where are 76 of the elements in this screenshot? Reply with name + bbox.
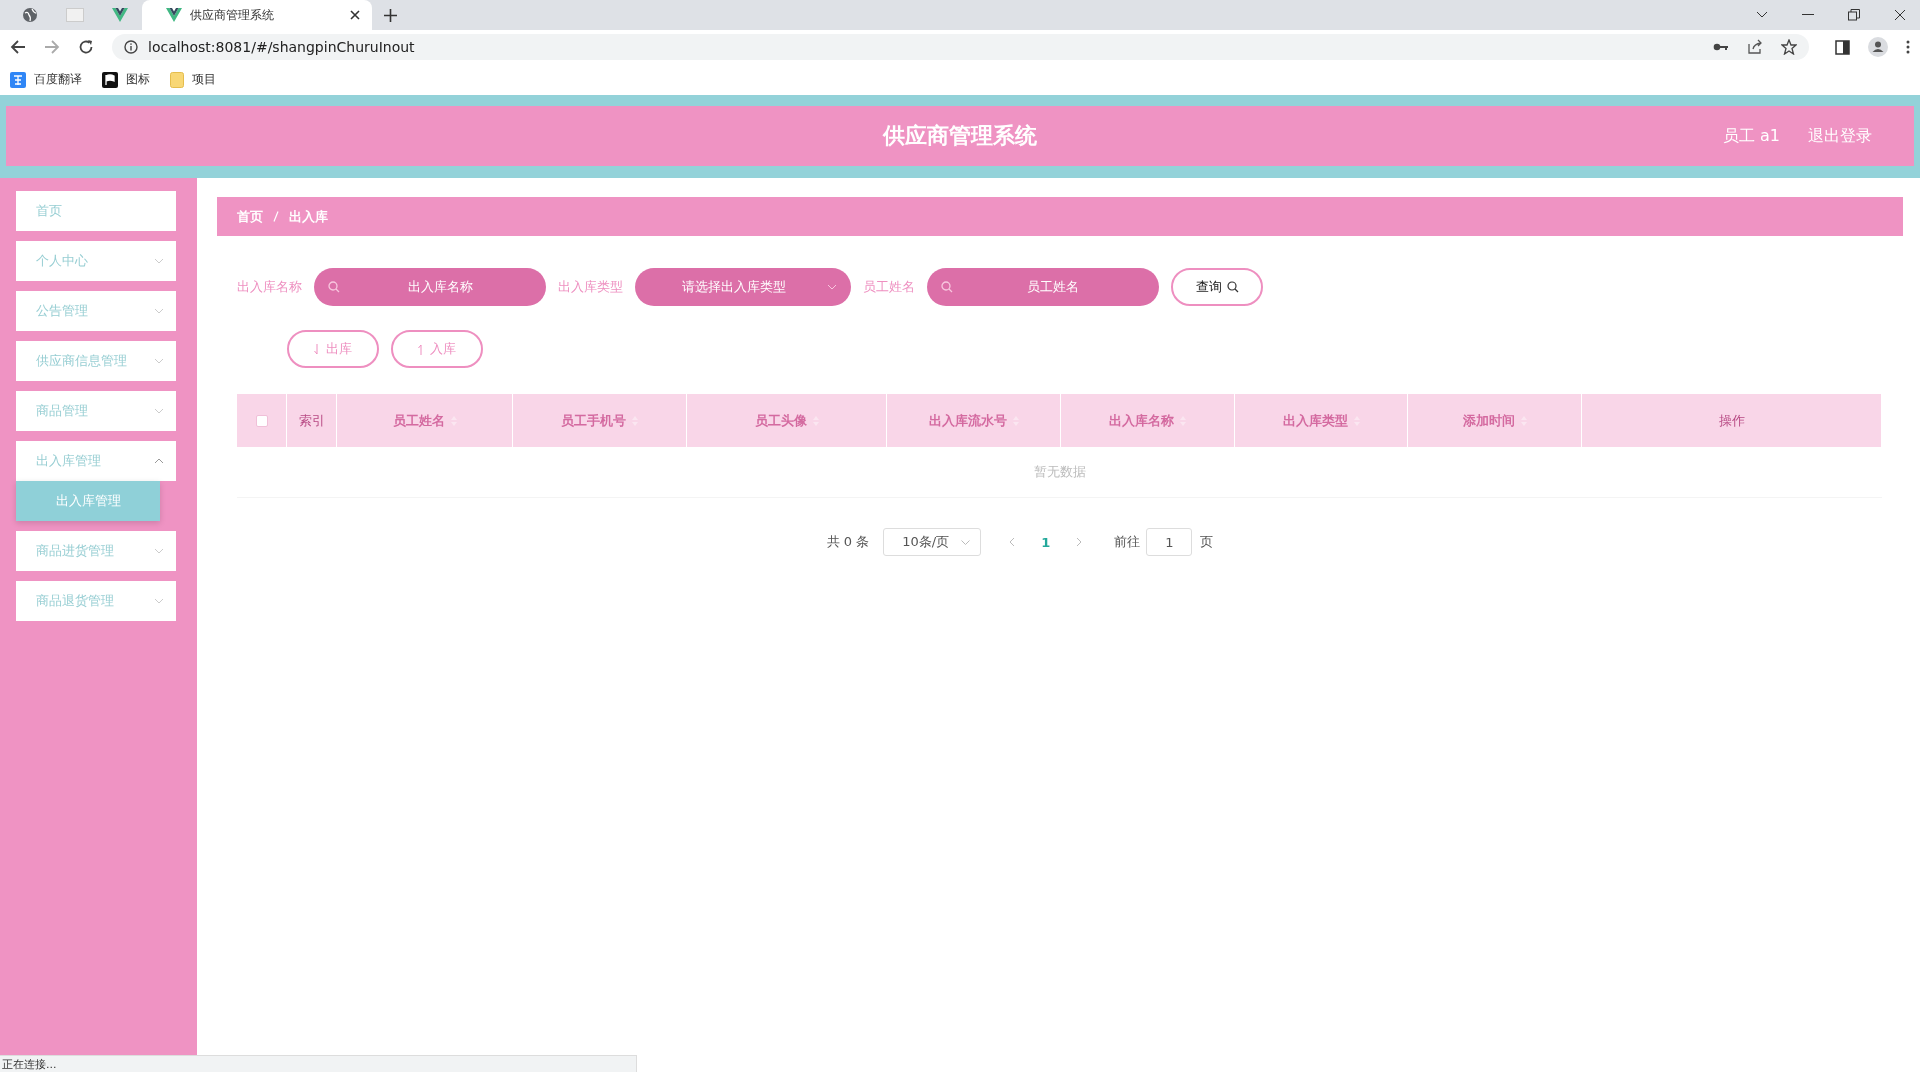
flag-icon — [102, 71, 118, 88]
v-logo-icon — [112, 8, 128, 22]
logout-link[interactable]: 退出登录 — [1808, 125, 1872, 147]
sidebar-item[interactable]: 商品管理 — [16, 391, 176, 431]
field-label: 出入库名称 — [237, 278, 302, 296]
breadcrumb-item[interactable]: 首页 — [237, 207, 263, 226]
column-header[interactable]: 出入库名称 — [1109, 411, 1174, 430]
address-field[interactable]: localhost:8081/#/shangpinChuruInout — [112, 34, 1809, 60]
search-icon — [1226, 281, 1239, 293]
close-icon[interactable] — [350, 10, 360, 20]
column-header[interactable]: 出入库流水号 — [928, 411, 1007, 430]
arrow-down-icon — [314, 343, 320, 355]
v-logo-icon — [166, 8, 182, 22]
column-header[interactable]: 员工头像 — [754, 411, 807, 430]
sidebar-item[interactable]: 首页 — [16, 191, 176, 231]
user-name: 员工 a1 — [1722, 125, 1780, 147]
arrow-up-icon — [418, 343, 424, 355]
star-icon[interactable] — [1781, 39, 1797, 55]
bookmark-item[interactable]: 百度翻译 — [10, 71, 82, 88]
reload-icon[interactable] — [78, 39, 94, 55]
bookmark-item[interactable]: 图标 — [102, 71, 150, 88]
browser-tab[interactable]: 供应商管理系统 — [142, 0, 372, 30]
back-arrow-icon[interactable] — [10, 39, 26, 55]
more-menu-icon[interactable] — [1906, 40, 1910, 54]
info-icon — [124, 40, 138, 54]
chevron-icon — [827, 284, 837, 290]
status-bar: 正在连接... — [0, 1055, 637, 1072]
column-header[interactable]: 员工姓名 — [392, 411, 445, 430]
query-button[interactable]: 查询 — [1171, 268, 1263, 306]
sidebar-panel-icon[interactable] — [1835, 39, 1850, 55]
sidebar-item[interactable]: 商品进货管理 — [16, 531, 176, 571]
page-number[interactable]: 1 — [1029, 534, 1063, 550]
chevron-icon — [961, 539, 971, 545]
sidebar-item[interactable]: 出入库管理 — [16, 441, 176, 481]
folder-icon — [170, 71, 184, 88]
restore-icon[interactable] — [1848, 9, 1860, 21]
column-header[interactable]: 出入库类型 — [1282, 411, 1348, 430]
close-icon[interactable] — [1894, 9, 1906, 21]
empty-message: 暂无数据 — [1033, 463, 1086, 481]
minimize-icon[interactable] — [1802, 14, 1814, 16]
page-icon — [66, 8, 84, 22]
system-title: 供应商管理系统 — [883, 122, 1037, 150]
sidebar-item[interactable]: 供应商信息管理 — [16, 341, 176, 381]
inbound-button[interactable]: 入库 — [391, 330, 483, 368]
column-header[interactable]: 添加时间 — [1462, 411, 1515, 430]
breadcrumb-item: 出入库 — [289, 207, 328, 226]
page-size-select[interactable]: 10条/页 — [883, 528, 982, 556]
column-header[interactable]: 员工手机号 — [561, 411, 626, 430]
key-icon[interactable] — [1713, 42, 1729, 52]
page-suffix: 页 — [1200, 533, 1214, 551]
sidebar-item[interactable]: 商品退货管理 — [16, 581, 176, 621]
type-select[interactable]: 请选择出入库类型 — [635, 268, 851, 306]
outbound-button[interactable]: 出库 — [287, 330, 379, 368]
globe-icon — [22, 7, 38, 23]
goto-label: 前往 — [1114, 533, 1141, 551]
field-label: 员工姓名 — [863, 278, 915, 296]
separator-icon — [273, 211, 279, 222]
bookmark-item[interactable]: 项目 — [170, 71, 216, 88]
total-count: 共 0 条 — [826, 533, 870, 551]
search-icon — [941, 281, 953, 293]
share-icon[interactable] — [1747, 39, 1763, 55]
tab-title: 供应商管理系统 — [190, 6, 275, 24]
new-tab-icon[interactable] — [384, 8, 397, 22]
search-field[interactable]: 出入库名称 — [314, 268, 546, 306]
submenu-item[interactable]: 出入库管理 — [16, 481, 160, 521]
select-all-checkbox[interactable] — [255, 414, 268, 427]
chevron-down-icon[interactable] — [1756, 11, 1768, 19]
sidebar-item[interactable]: 公告管理 — [16, 291, 176, 331]
profile-icon[interactable] — [1868, 37, 1888, 57]
column-header: 操作 — [1718, 411, 1745, 430]
page-input[interactable]: 1 — [1146, 528, 1193, 556]
sidebar-item[interactable]: 个人中心 — [16, 241, 176, 281]
column-header: 索引 — [298, 411, 325, 430]
search-icon — [328, 281, 340, 293]
search-field[interactable]: 员工姓名 — [927, 268, 1159, 306]
field-label: 出入库类型 — [558, 278, 623, 296]
